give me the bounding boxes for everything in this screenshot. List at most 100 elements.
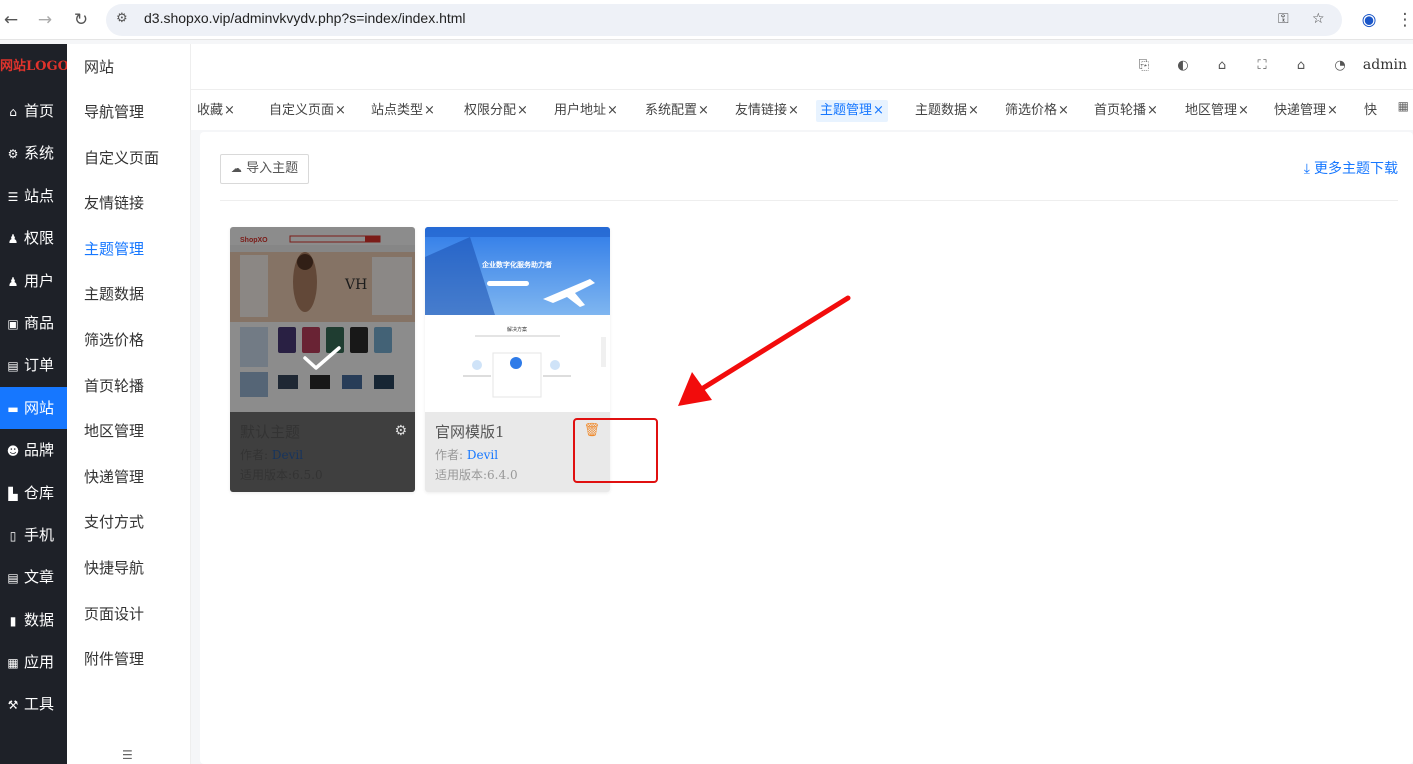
tab-item[interactable]: 快递管理× xyxy=(1270,100,1342,122)
tab-item[interactable]: 系统配置× xyxy=(641,100,713,122)
close-icon[interactable]: × xyxy=(1147,103,1158,118)
tab-item-active[interactable]: 主题管理× xyxy=(816,100,888,122)
sub-nav-item[interactable]: 首页轮播 xyxy=(67,364,190,410)
nav-item-apps[interactable]: ▦ 应用 xyxy=(0,641,67,683)
nav-item-website[interactable]: ▬ 网站 xyxy=(0,386,67,430)
collapse-menu-icon[interactable]: ☰ xyxy=(122,748,133,762)
user-lock-icon: ♟ xyxy=(7,232,19,247)
nav-item-goods[interactable]: ▣ 商品 xyxy=(0,302,67,344)
tab-item[interactable]: 快 xyxy=(1360,100,1381,122)
nav-item-user[interactable]: ♟ 用户 xyxy=(0,260,67,302)
translate-icon[interactable]: ⎘ xyxy=(1135,57,1153,75)
reload-icon[interactable]: ↻ xyxy=(70,9,92,31)
chart-icon: ▮ xyxy=(9,613,17,628)
nav-item-data[interactable]: ▮ 数据 xyxy=(0,599,67,641)
address-bar[interactable]: ⚙ d3.shopxo.vip/adminvkvydv.php?s=index/… xyxy=(106,4,1342,36)
palette-icon[interactable]: ◐ xyxy=(1174,57,1192,75)
nav-item-system[interactable]: ⚙ 系统 xyxy=(0,132,67,174)
nav-item-phone[interactable]: ▯ 手机 xyxy=(0,514,67,556)
fullscreen-icon[interactable]: ⛶ xyxy=(1253,57,1271,75)
sub-nav-item-active[interactable]: 主题管理 xyxy=(67,227,190,273)
preview-banner-title: 企业数字化服务助力者 xyxy=(481,260,552,269)
close-icon[interactable]: × xyxy=(607,103,618,118)
forward-icon[interactable]: → xyxy=(34,9,56,31)
tab-item[interactable]: 站点类型× xyxy=(367,100,439,122)
browser-toolbar: ← → ↻ ⚙ d3.shopxo.vip/adminvkvydv.php?s=… xyxy=(0,0,1413,40)
theme-thumbnail: 企业数字化服务助力者 解决方案 xyxy=(425,227,610,412)
nav-item-article[interactable]: ▤ 文章 xyxy=(0,556,67,598)
url-text[interactable]: d3.shopxo.vip/adminvkvydv.php?s=index/in… xyxy=(144,10,466,26)
preview-solution-title: 解决方案 xyxy=(507,326,527,333)
more-themes-download-link[interactable]: ⤓ 更多主题下载 xyxy=(1304,158,1398,178)
tab-item[interactable]: 用户地址× xyxy=(550,100,622,122)
import-theme-button[interactable]: ☁ 导入主题 xyxy=(220,154,309,184)
close-icon[interactable]: × xyxy=(335,103,346,118)
tab-item[interactable]: 筛选价格× xyxy=(1001,100,1073,122)
nav-item-tools[interactable]: ⚒ 工具 xyxy=(0,683,67,725)
sliders-icon: ☰ xyxy=(7,189,19,204)
main-sidebar: 网站LOGO ⌂ 首页 ⚙ 系统 ☰ 站点 ♟ 权限 ♟ 用户 ▣ 商品 ▤ 订单 ▬ 网站 ☻… xyxy=(0,44,67,764)
home-icon[interactable]: ⌂ xyxy=(1292,57,1310,75)
sub-nav-item[interactable]: 快递管理 xyxy=(67,455,190,501)
sub-nav-item[interactable]: 页面设计 xyxy=(67,592,190,638)
close-icon[interactable]: × xyxy=(968,103,979,118)
tab-item[interactable]: 友情链接× xyxy=(731,100,803,122)
sub-nav-item[interactable]: 支付方式 xyxy=(67,500,190,546)
profile-icon[interactable]: ◉ xyxy=(1358,9,1380,31)
sub-nav-item[interactable]: 附件管理 xyxy=(67,637,190,683)
tab-bar: 收藏× 自定义页面× 站点类型× 权限分配× 用户地址× 系统配置× 友情链接×… xyxy=(191,90,1413,130)
close-icon[interactable]: × xyxy=(224,103,235,118)
close-icon[interactable]: × xyxy=(873,103,884,118)
sub-nav-item[interactable]: 地区管理 xyxy=(67,409,190,455)
tab-item[interactable]: 首页轮播× xyxy=(1090,100,1162,122)
close-icon[interactable]: × xyxy=(788,103,799,118)
site-logo[interactable]: 网站LOGO xyxy=(0,44,67,90)
nav-item-site[interactable]: ☰ 站点 xyxy=(0,175,67,217)
bell-icon[interactable]: ◔ xyxy=(1331,57,1349,75)
tabs-menu-icon[interactable]: ▦ xyxy=(1391,99,1409,113)
theme-settings-icon[interactable]: ⚙ xyxy=(394,423,407,439)
cloud-upload-icon: ☁ xyxy=(230,162,242,175)
official-preview-image: 企业数字化服务助力者 解决方案 xyxy=(425,227,610,412)
nav-item-brand[interactable]: ☻ 品牌 xyxy=(0,429,67,471)
close-icon[interactable]: × xyxy=(1238,103,1249,118)
annotation-arrow xyxy=(678,295,851,406)
theme-management-panel: ☁ 导入主题 ⤓ 更多主题下载 ShopXO VH 默认主题 作者: Devil… xyxy=(200,132,1413,764)
tab-item[interactable]: 主题数据× xyxy=(911,100,983,122)
sub-nav-item[interactable]: 快捷导航 xyxy=(67,546,190,592)
close-icon[interactable]: × xyxy=(698,103,709,118)
sub-nav-item[interactable]: 主题数据 xyxy=(67,272,190,318)
phone-icon: ▯ xyxy=(9,528,17,543)
back-icon[interactable]: ← xyxy=(0,9,22,31)
more-menu-icon[interactable]: ⋮ xyxy=(1394,9,1413,31)
download-icon: ⤓ xyxy=(1303,161,1310,177)
theme-card-default[interactable]: ShopXO VH 默认主题 作者: Devil 适用版本:6.5.0 ⚙ xyxy=(230,227,415,492)
sub-sidebar: 网站 导航管理 自定义页面 友情链接 主题管理 主题数据 筛选价格 首页轮播 地… xyxy=(67,44,191,764)
sub-nav-item[interactable]: 友情链接 xyxy=(67,181,190,227)
nav-item-warehouse[interactable]: ▙ 仓库 xyxy=(0,472,67,514)
nav-item-order[interactable]: ▤ 订单 xyxy=(0,344,67,386)
tab-item[interactable]: 自定义页面× xyxy=(265,100,350,122)
close-icon[interactable]: × xyxy=(1327,103,1338,118)
star-icon[interactable]: ☆ xyxy=(1312,11,1325,27)
nav-item-permission[interactable]: ♟ 权限 xyxy=(0,217,67,259)
key-icon[interactable]: ⚿ xyxy=(1278,11,1289,27)
close-icon[interactable]: × xyxy=(1058,103,1069,118)
close-icon[interactable]: × xyxy=(424,103,435,118)
home-icon: ⌂ xyxy=(9,105,17,119)
sub-nav-item[interactable]: 导航管理 xyxy=(67,90,190,136)
nav-item-home[interactable]: ⌂ 首页 xyxy=(0,90,67,132)
tab-item[interactable]: 地区管理× xyxy=(1181,100,1253,122)
sub-nav-item[interactable]: 筛选价格 xyxy=(67,318,190,364)
sub-nav-item[interactable]: 自定义页面 xyxy=(67,136,190,182)
annotation-highlight-box xyxy=(573,418,658,483)
cache-icon[interactable]: ⌂ xyxy=(1213,57,1231,75)
check-icon xyxy=(303,346,341,370)
article-icon: ▤ xyxy=(7,571,19,586)
close-icon[interactable]: × xyxy=(517,103,528,118)
goods-icon: ▣ xyxy=(7,316,19,331)
site-settings-icon[interactable]: ⚙ xyxy=(116,11,128,26)
tab-item[interactable]: 权限分配× xyxy=(460,100,532,122)
user-name[interactable]: admin xyxy=(1363,57,1407,73)
tab-item[interactable]: 收藏× xyxy=(197,100,239,122)
